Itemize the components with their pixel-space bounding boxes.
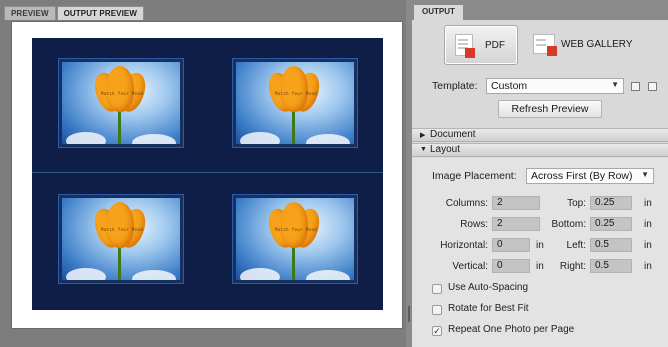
pdf-button[interactable]: PDF [444,25,518,65]
petal [280,66,308,112]
refresh-preview-button[interactable]: Refresh Preview [498,100,602,118]
petal [106,66,134,112]
tulip-photo: Match Your Mood [62,62,180,144]
image-placement-value: Across First (By Row) [531,170,633,182]
photo-thumbnail: Match Your Mood [232,194,358,284]
horizontal-unit: in [536,240,544,251]
petal [106,202,134,248]
tulip-photo: Match Your Mood [236,62,354,144]
photo-thumbnail: Match Your Mood [232,58,358,148]
section-layout-label: Layout [430,144,461,155]
save-template-icon[interactable] [631,82,640,91]
preview-tabs: PREVIEW OUTPUT PREVIEW [4,6,145,20]
triangle-right-icon: ▶ [420,132,426,139]
tab-preview[interactable]: PREVIEW [4,6,56,20]
left-unit: in [644,240,652,251]
auto-spacing-label: Use Auto-Spacing [448,282,529,293]
photo-caption: Match Your Mood [274,227,318,232]
repeat-one-photo-label: Repeat One Photo per Page [448,324,575,335]
top-field[interactable]: 0.25 [590,196,632,210]
photo-thumbnail: Match Your Mood [58,194,184,284]
vertical-field[interactable]: 0 [492,259,530,273]
photo-caption: Match Your Mood [274,91,318,96]
trash-icon[interactable] [648,82,657,91]
rows-label: Rows: [460,219,488,230]
top-unit: in [644,198,652,209]
horizontal-label: Horizontal: [440,240,488,251]
tulip-photo: Match Your Mood [62,198,180,280]
chevron-down-icon: ▼ [611,80,619,89]
rows-field[interactable]: 2 [492,217,540,231]
right-unit: in [644,261,652,272]
web-gallery-icon [533,34,557,56]
flower-stem [118,108,121,144]
section-document-label: Document [430,129,476,140]
top-label: Top: [567,198,586,209]
layout-panel: Image Placement: Across First (By Row) ▼… [412,158,668,347]
section-document[interactable]: ▶ Document [412,128,668,142]
photo-caption: Match Your Mood [100,227,144,232]
flower-stem [292,244,295,280]
splitter-grip-icon[interactable] [408,306,410,322]
left-field[interactable]: 0.5 [590,238,632,252]
photo-thumbnail: Match Your Mood [58,58,184,148]
bottom-field[interactable]: 0.25 [590,217,632,231]
triangle-down-icon: ▼ [420,146,427,153]
pdf-button-label: PDF [485,40,505,51]
tab-output[interactable]: OUTPUT [414,5,463,20]
template-label: Template: [432,80,478,92]
rotate-best-fit-checkbox[interactable] [432,305,442,315]
cloud-shape [66,268,106,280]
bottom-unit: in [644,219,652,230]
chevron-down-icon: ▼ [641,170,649,179]
vertical-unit: in [536,261,544,272]
photo-caption: Match Your Mood [100,91,144,96]
tab-output-preview[interactable]: OUTPUT PREVIEW [56,6,145,20]
cloud-shape [240,132,280,144]
repeat-one-photo-checkbox[interactable]: ✓ [432,326,442,336]
tulip-photo: Match Your Mood [236,198,354,280]
web-gallery-label: WEB GALLERY [561,39,633,50]
rotate-best-fit-label: Rotate for Best Fit [448,303,529,314]
contact-sheet: Match Your Mood Match Your Mood Match Yo… [32,38,383,310]
image-placement-label: Image Placement: [432,170,517,182]
cloud-shape [240,268,280,280]
row-divider [32,172,383,173]
left-label: Left: [566,240,586,251]
petal [280,202,308,248]
columns-label: Columns: [445,198,488,209]
section-layout[interactable]: ▼ Layout [412,143,668,157]
output-tab-bar: OUTPUT [412,0,668,20]
cloud-shape [306,134,350,144]
flower-stem [118,244,121,280]
output-panel: OUTPUT PDF WEB GALLERY Template: Custom … [412,0,668,347]
pdf-icon [455,34,475,58]
vertical-label: Vertical: [452,261,488,272]
right-label: Right: [559,261,586,272]
auto-spacing-checkbox[interactable] [432,284,442,294]
cloud-shape [132,134,176,144]
columns-field[interactable]: 2 [492,196,540,210]
cloud-shape [306,270,350,280]
template-select[interactable]: Custom ▼ [486,78,624,94]
web-gallery-button[interactable]: WEB GALLERY [529,31,649,59]
output-preview-pane: PREVIEW OUTPUT PREVIEW Match Your Mood M… [0,0,412,347]
cloud-shape [66,132,106,144]
flower-stem [292,108,295,144]
image-placement-select[interactable]: Across First (By Row) ▼ [526,168,654,184]
template-value: Custom [491,80,528,92]
cloud-shape [132,270,176,280]
bottom-label: Bottom: [551,219,586,230]
checkmark-icon: ✓ [433,326,441,336]
right-field[interactable]: 0.5 [590,259,632,273]
horizontal-field[interactable]: 0 [492,238,530,252]
